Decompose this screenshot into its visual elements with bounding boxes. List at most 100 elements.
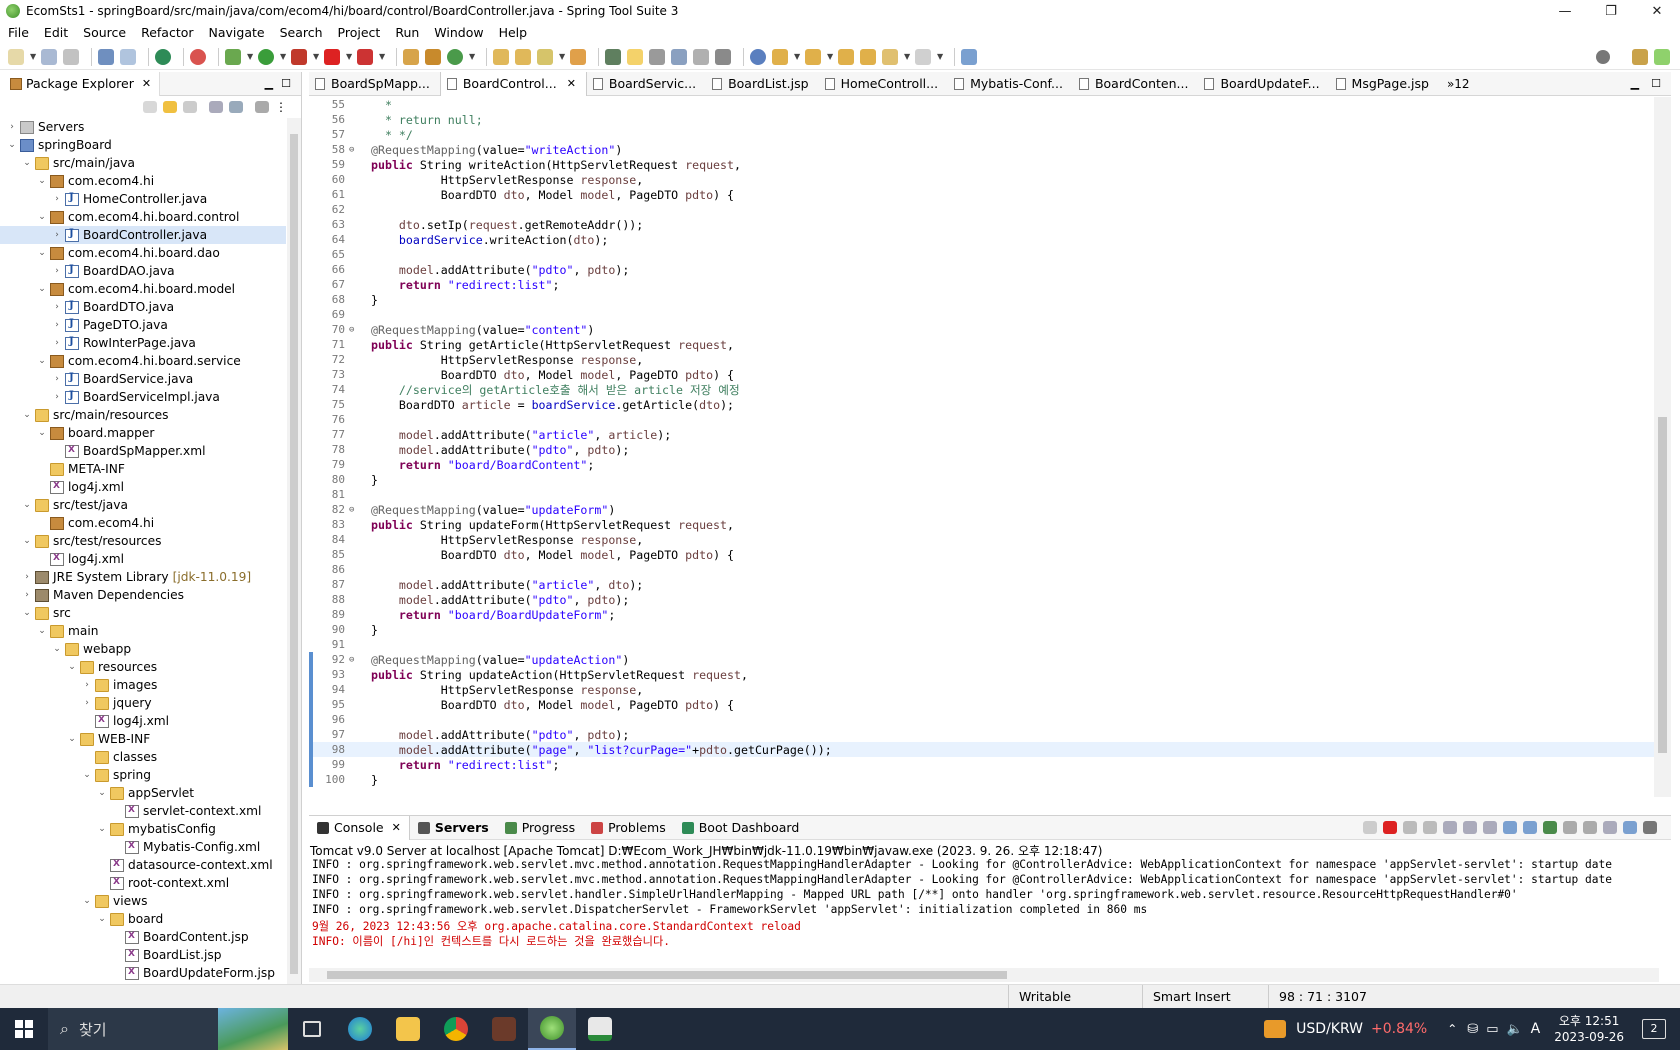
code-line[interactable]: 82 ⊖ @RequestMapping(value="updateForm") xyxy=(309,502,1654,517)
tree-item[interactable]: › BoardService.java xyxy=(0,370,286,388)
editor-tab[interactable]: MsgPage.jsp xyxy=(1330,72,1439,96)
tree-item[interactable]: log4j.xml xyxy=(0,712,286,730)
chevron-down-icon[interactable]: ⌄ xyxy=(21,410,33,420)
debug-dropdown-icon[interactable]: ▼ xyxy=(247,49,254,65)
new-package-icon[interactable] xyxy=(425,48,441,65)
chevron-right-icon[interactable]: › xyxy=(51,374,63,384)
code-line[interactable]: 66 model.addAttribute("pdto", pdto); xyxy=(309,262,1654,277)
new-java-project-icon[interactable] xyxy=(403,48,419,65)
code-line[interactable]: 85 BoardDTO dto, Model model, PageDTO pd… xyxy=(309,547,1654,562)
tree-item[interactable]: datasource-context.xml xyxy=(0,856,286,874)
tree-item[interactable]: classes xyxy=(0,748,286,766)
tree-item[interactable]: ⌄ webapp xyxy=(0,640,286,658)
forward-dropdown-icon[interactable]: ▼ xyxy=(937,49,944,65)
tree-item[interactable]: ⌄ appServlet xyxy=(0,784,286,802)
chevron-down-icon[interactable]: ⌄ xyxy=(36,176,48,186)
code-line[interactable]: 62 xyxy=(309,202,1654,217)
tree-item[interactable]: ⌄ board xyxy=(0,910,286,928)
code-line[interactable]: 81 xyxy=(309,487,1654,502)
clock[interactable]: 오후 12:51 2023-09-26 xyxy=(1554,1013,1624,1045)
copy-icon[interactable] xyxy=(1603,821,1617,834)
run-dropdown-icon[interactable]: ▼ xyxy=(280,49,287,65)
menu-edit[interactable]: Edit xyxy=(44,25,68,40)
tab-overflow-button[interactable]: »12 xyxy=(1447,77,1470,91)
last-edit-location-icon[interactable] xyxy=(838,48,854,65)
tab-package-explorer[interactable]: Package Explorer ✕ xyxy=(0,71,161,96)
code-line[interactable]: 92 ⊖ @RequestMapping(value="updateAction") xyxy=(309,652,1654,667)
console-horizontal-scrollbar[interactable] xyxy=(309,968,1659,982)
minimize-button[interactable]: — xyxy=(1542,4,1588,19)
tree-item[interactable]: ⌄ mybatisConfig xyxy=(0,820,286,838)
tree-item[interactable]: › BoardDAO.java xyxy=(0,262,286,280)
tree-item[interactable]: BoardSpMapper.xml xyxy=(0,442,286,460)
code-line[interactable]: 86 xyxy=(309,562,1654,577)
maximize-button[interactable]: ❐ xyxy=(1588,4,1634,19)
up-icon[interactable] xyxy=(183,101,197,113)
link-with-editor-icon[interactable] xyxy=(229,101,243,113)
scroll-lock-icon[interactable] xyxy=(1463,821,1477,834)
code-line[interactable]: 96 xyxy=(309,712,1654,727)
terminal-icon[interactable] xyxy=(98,48,114,65)
tree-item[interactable]: ⌄ com.ecom4.hi.board.model xyxy=(0,280,286,298)
onedrive-icon[interactable]: ⛁ xyxy=(1467,1022,1478,1037)
editor-tab[interactable]: BoardSpMapp... xyxy=(309,72,440,96)
tree-item[interactable]: root-context.xml xyxy=(0,874,286,892)
forward-arrow-icon[interactable] xyxy=(163,101,177,113)
spring-start-icon[interactable] xyxy=(190,48,206,65)
tree-item[interactable]: › images xyxy=(0,676,286,694)
tree-item[interactable]: ⌄ resources xyxy=(0,658,286,676)
tree-item[interactable]: › JRE System Library [jdk-11.0.19] xyxy=(0,568,286,586)
chevron-right-icon[interactable]: › xyxy=(51,194,63,204)
tree-item[interactable]: › jquery xyxy=(0,694,286,712)
run-icon[interactable] xyxy=(258,48,274,65)
edge-button[interactable] xyxy=(336,1008,384,1050)
stop-icon[interactable] xyxy=(1383,821,1397,834)
chevron-right-icon[interactable]: › xyxy=(51,392,63,402)
maximize-view-icon[interactable]: ☐ xyxy=(281,77,291,90)
back-icon[interactable] xyxy=(882,48,898,65)
code-line[interactable]: 87 model.addAttribute("article", dto); xyxy=(309,577,1654,592)
editor-tab[interactable]: BoardControl... ✕ xyxy=(439,71,587,96)
tree-item[interactable]: › HomeController.java xyxy=(0,190,286,208)
open-resource-icon[interactable] xyxy=(570,48,586,65)
code-line[interactable]: 94 HttpServletResponse response, xyxy=(309,682,1654,697)
tree-item[interactable]: ⌄ com.ecom4.hi.board.service xyxy=(0,352,286,370)
block-selection-icon[interactable] xyxy=(649,48,665,65)
search-dropdown-icon[interactable]: ▼ xyxy=(559,49,566,65)
restart-icon[interactable] xyxy=(1363,821,1377,834)
volume-icon[interactable]: 🔈 xyxy=(1506,1022,1522,1037)
code-line[interactable]: 58 ⊖ @RequestMapping(value="writeAction") xyxy=(309,142,1654,157)
code-line[interactable]: 70 ⊖ @RequestMapping(value="content") xyxy=(309,322,1654,337)
code-line[interactable]: 99 return "redirect:list"; xyxy=(309,757,1654,772)
ime-indicator[interactable]: A xyxy=(1531,1021,1541,1037)
chevron-down-icon[interactable]: ⌄ xyxy=(21,158,33,168)
tree-item[interactable]: › BoardDTO.java xyxy=(0,298,286,316)
console-tab[interactable]: Servers xyxy=(410,816,497,840)
console-tab[interactable]: Problems xyxy=(583,816,674,840)
external-dropdown-icon[interactable]: ▼ xyxy=(313,49,320,65)
chevron-down-icon[interactable]: ⌄ xyxy=(51,644,63,654)
highlight-icon[interactable] xyxy=(627,48,643,65)
tree-scrollbar[interactable] xyxy=(287,118,301,984)
chevron-down-icon[interactable]: ⌄ xyxy=(21,536,33,546)
currency-pair[interactable]: USD/KRW xyxy=(1296,1021,1363,1037)
menu-search[interactable]: Search xyxy=(280,25,323,40)
boot-dashboard-icon[interactable] xyxy=(155,48,171,65)
chevron-down-icon[interactable]: ⌄ xyxy=(36,356,48,366)
open-type-icon[interactable] xyxy=(493,48,509,65)
tree-item[interactable]: › Servers xyxy=(0,118,286,136)
word-wrap-icon[interactable] xyxy=(1483,821,1497,834)
chevron-down-icon[interactable]: ⌄ xyxy=(81,770,93,780)
chevron-down-icon[interactable]: ⌄ xyxy=(36,626,48,636)
show-stderr-icon[interactable] xyxy=(1523,821,1537,834)
code-line[interactable]: 68} xyxy=(309,292,1654,307)
previous-annotation-dropdown-icon[interactable]: ▼ xyxy=(827,49,834,65)
pin-console-icon[interactable] xyxy=(1543,821,1557,834)
chevron-right-icon[interactable]: › xyxy=(21,590,33,600)
pilcrow-icon[interactable] xyxy=(715,48,731,65)
menu-help[interactable]: Help xyxy=(499,25,528,40)
tree-item[interactable]: ⌄ src/test/java xyxy=(0,496,286,514)
relaunch-icon[interactable] xyxy=(357,48,373,65)
link-icon[interactable] xyxy=(1623,821,1637,834)
chevron-down-icon[interactable]: ⌄ xyxy=(96,788,108,798)
